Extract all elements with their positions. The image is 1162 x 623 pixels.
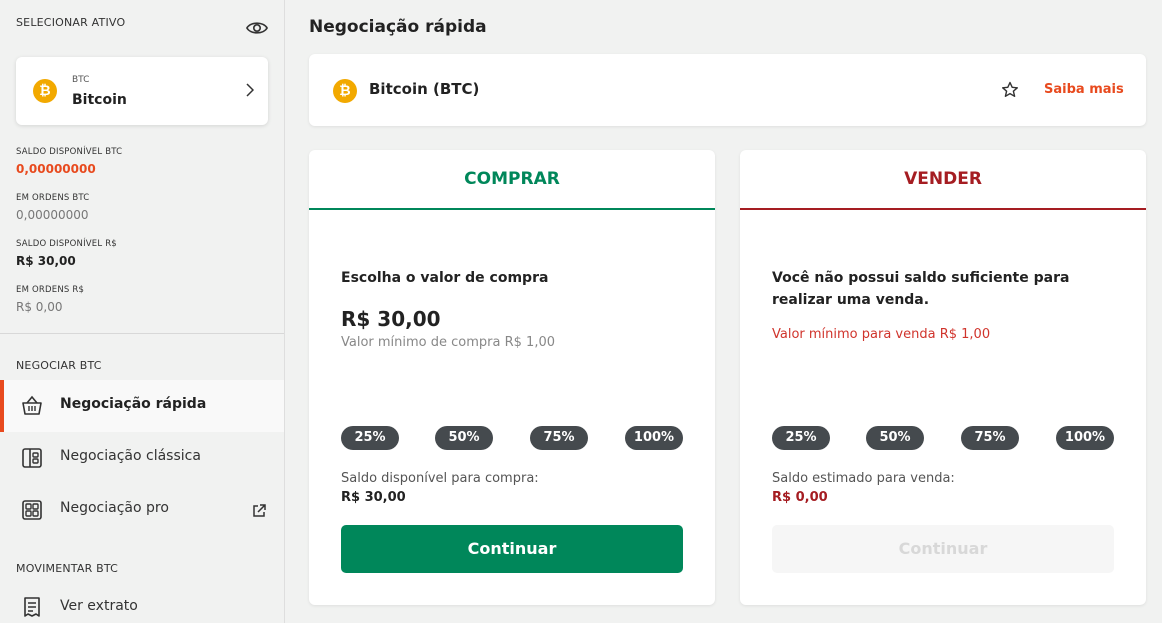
percent-50-button[interactable]: 50% <box>435 426 493 450</box>
sidebar-item-label: Negociação rápida <box>60 396 207 412</box>
sidebar-item-label: Ver extrato <box>60 598 138 614</box>
percent-25-button[interactable]: 25% <box>772 426 830 450</box>
learn-more-link[interactable]: Saiba mais <box>1044 82 1124 97</box>
sell-minimum-text: Valor mínimo para venda R$ 1,00 <box>772 327 991 342</box>
balance-label: SALDO DISPONÍVEL BTC <box>16 147 123 157</box>
trade-section-heading: NEGOCIAR BTC <box>16 359 102 372</box>
percent-75-button[interactable]: 75% <box>961 426 1019 450</box>
sidebar-item-classic-trade[interactable]: Negociação clássica <box>0 432 284 484</box>
sell-heading-line: realizar uma venda. <box>772 292 930 308</box>
sell-available-label: Saldo estimado para venda: <box>772 471 955 486</box>
asset-header: ₿ Bitcoin (BTC) Saiba mais <box>309 54 1146 126</box>
buy-continue-button[interactable]: Continuar <box>341 525 683 573</box>
pro-layout-icon <box>22 500 42 520</box>
buy-available-value: R$ 30,00 <box>341 490 406 505</box>
buy-minimum-text: Valor mínimo de compra R$ 1,00 <box>341 335 555 350</box>
chevron-right-icon <box>246 83 254 97</box>
balance-value: 0,00000000 <box>16 162 96 176</box>
balance-label: SALDO DISPONÍVEL R$ <box>16 239 117 249</box>
page-title: Negociação rápida <box>309 17 487 37</box>
receipt-icon <box>24 597 40 617</box>
percent-100-button[interactable]: 100% <box>625 426 683 450</box>
sidebar: SELECIONAR ATIVO ₿ BTC Bitcoin SALDO DIS… <box>0 0 285 623</box>
star-icon[interactable] <box>1001 81 1019 99</box>
balance-label: EM ORDENS R$ <box>16 285 85 295</box>
select-asset-heading: SELECIONAR ATIVO <box>16 16 126 29</box>
asset-selector-card[interactable]: ₿ BTC Bitcoin <box>16 57 268 125</box>
sell-heading-line: Você não possui saldo suficiente para <box>772 270 1070 286</box>
percent-50-button[interactable]: 50% <box>866 426 924 450</box>
asset-name: Bitcoin <box>72 92 127 108</box>
asset-selector-section: SELECIONAR ATIVO ₿ BTC Bitcoin SALDO DIS… <box>0 0 284 334</box>
buy-percent-options: 25% 50% 75% 100% <box>341 426 683 450</box>
basket-icon <box>22 395 42 415</box>
sell-available-value: R$ 0,00 <box>772 490 828 505</box>
sidebar-item-quick-trade[interactable]: Negociação rápida <box>0 380 284 432</box>
external-link-icon <box>253 504 266 517</box>
balance-value: R$ 30,00 <box>16 254 76 268</box>
balance-value: 0,00000000 <box>16 208 89 222</box>
buy-available-label: Saldo disponível para compra: <box>341 471 539 486</box>
balance-value: R$ 0,00 <box>16 300 63 314</box>
balance-label: EM ORDENS BTC <box>16 193 90 203</box>
asset-header-name: Bitcoin (BTC) <box>369 80 480 98</box>
buy-panel: COMPRAR Escolha o valor de compra R$ 30,… <box>309 150 715 605</box>
sell-percent-options: 25% 50% 75% 100% <box>772 426 1114 450</box>
bitcoin-icon: ₿ <box>333 79 357 103</box>
sell-continue-button[interactable]: Continuar <box>772 525 1114 573</box>
sell-heading: Você não possui saldo suficiente para re… <box>772 267 1069 311</box>
percent-100-button[interactable]: 100% <box>1056 426 1114 450</box>
buy-heading: Escolha o valor de compra <box>341 270 549 286</box>
asset-ticker: BTC <box>72 75 90 85</box>
sidebar-item-pro-trade[interactable]: Negociação pro <box>0 484 284 536</box>
move-section-heading: MOVIMENTAR BTC <box>16 562 119 575</box>
buy-amount-input[interactable]: R$ 30,00 <box>341 307 441 331</box>
bitcoin-icon: ₿ <box>33 79 57 103</box>
classic-layout-icon <box>22 448 42 468</box>
sidebar-item-statement[interactable]: Ver extrato <box>0 582 284 623</box>
tab-buy[interactable]: COMPRAR <box>309 150 715 210</box>
sidebar-item-label: Negociação clássica <box>60 448 201 464</box>
sidebar-item-label: Negociação pro <box>60 500 169 516</box>
eye-icon[interactable] <box>246 18 268 38</box>
percent-75-button[interactable]: 75% <box>530 426 588 450</box>
percent-25-button[interactable]: 25% <box>341 426 399 450</box>
sell-panel: VENDER Você não possui saldo suficiente … <box>740 150 1146 605</box>
tab-sell[interactable]: VENDER <box>740 150 1146 210</box>
